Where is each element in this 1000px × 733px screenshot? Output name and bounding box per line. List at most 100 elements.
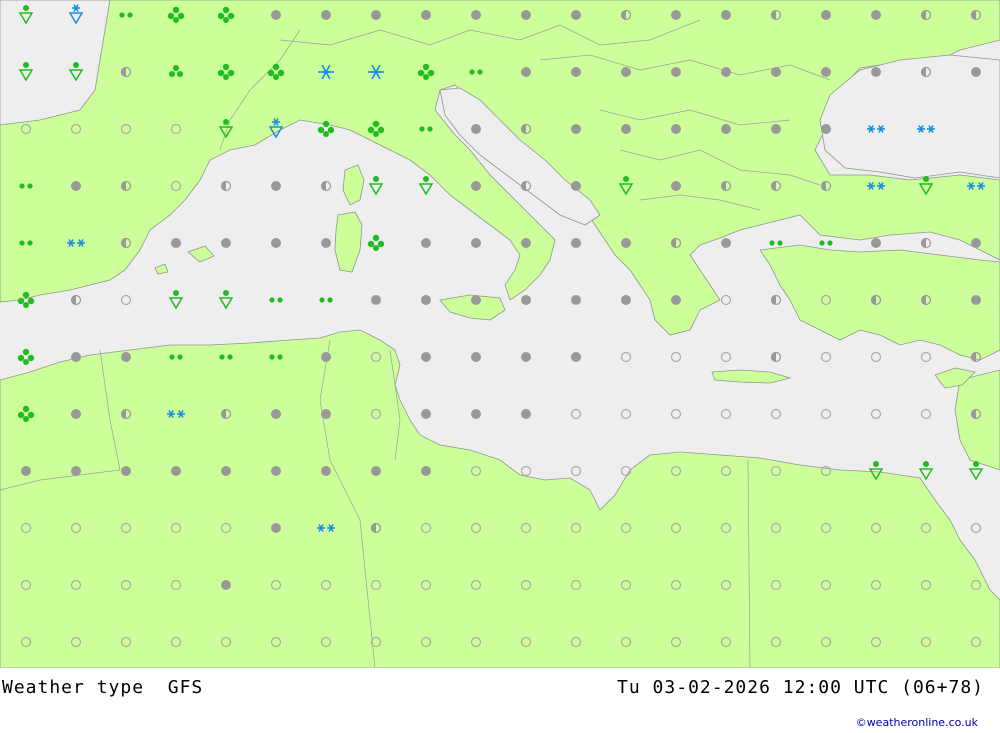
overcast-icon: [571, 124, 581, 134]
partly-cloudy-icon: [770, 294, 782, 306]
valid-time: Tu 03-02-2026 12:00 UTC (06+78): [617, 677, 984, 698]
overcast-icon: [271, 10, 281, 20]
clear-icon: [820, 351, 832, 363]
footer-title: Weather type GFS: [2, 677, 203, 698]
overcast-icon: [371, 295, 381, 305]
overcast-icon: [471, 352, 481, 362]
overcast-icon: [971, 238, 981, 248]
overcast-icon: [421, 409, 431, 419]
overcast-icon: [471, 295, 481, 305]
clear-icon: [120, 294, 132, 306]
overcast-icon: [471, 238, 481, 248]
overcast-icon: [271, 238, 281, 248]
rain-shower-icon: [368, 176, 384, 196]
overcast-icon: [21, 466, 31, 476]
map-title: Weather type: [2, 677, 145, 698]
overcast-icon: [771, 124, 781, 134]
sardinia: [334, 211, 363, 273]
overcast-icon: [671, 124, 681, 134]
overcast-icon: [421, 352, 431, 362]
overcast-icon: [71, 352, 81, 362]
overcast-icon: [821, 124, 831, 134]
credit-link[interactable]: ©weatheronline.co.uk: [856, 716, 978, 729]
overcast-icon: [421, 238, 431, 248]
overcast-icon: [321, 238, 331, 248]
clear-icon: [620, 408, 632, 420]
rain-shower-icon: [168, 290, 184, 310]
overcast-icon: [721, 10, 731, 20]
overcast-icon: [571, 295, 581, 305]
clear-icon: [920, 351, 932, 363]
overcast-icon: [621, 67, 631, 77]
overcast-icon: [621, 295, 631, 305]
partly-cloudy-icon: [770, 351, 782, 363]
clear-icon: [720, 408, 732, 420]
balearic-islands: [187, 245, 215, 263]
overcast-icon: [121, 466, 131, 476]
crete: [711, 369, 792, 384]
drizzle-icon: [769, 240, 783, 246]
overcast-icon: [521, 67, 531, 77]
overcast-icon: [321, 466, 331, 476]
map-canvas: [0, 0, 1000, 668]
overcast-icon: [371, 466, 381, 476]
clear-icon: [570, 465, 582, 477]
overcast-icon: [271, 409, 281, 419]
rain-shower-icon: [918, 461, 934, 481]
overcast-icon: [471, 10, 481, 20]
drizzle-icon: [269, 297, 283, 303]
overcast-icon: [121, 352, 131, 362]
clear-icon: [820, 408, 832, 420]
overcast-icon: [71, 466, 81, 476]
overcast-icon: [321, 352, 331, 362]
clear-icon: [620, 351, 632, 363]
overcast-icon: [521, 295, 531, 305]
overcast-icon: [771, 67, 781, 77]
overcast-icon: [171, 238, 181, 248]
africa-landmass: [0, 329, 1000, 668]
overcast-icon: [171, 466, 181, 476]
overcast-icon: [321, 409, 331, 419]
overcast-icon: [371, 10, 381, 20]
heavy-rain-icon: [17, 348, 35, 365]
overcast-icon: [521, 409, 531, 419]
overcast-icon: [71, 409, 81, 419]
corsica: [342, 164, 365, 206]
overcast-icon: [221, 580, 231, 590]
overcast-icon: [721, 67, 731, 77]
overcast-icon: [421, 10, 431, 20]
overcast-icon: [421, 466, 431, 476]
overcast-icon: [521, 10, 531, 20]
overcast-icon: [821, 67, 831, 77]
clear-icon: [770, 408, 782, 420]
clear-icon: [720, 351, 732, 363]
rain-shower-icon: [418, 176, 434, 196]
overcast-icon: [971, 67, 981, 77]
overcast-icon: [471, 409, 481, 419]
drizzle-icon: [319, 297, 333, 303]
overcast-icon: [271, 523, 281, 533]
overcast-icon: [471, 181, 481, 191]
clear-icon: [970, 522, 982, 534]
overcast-icon: [871, 67, 881, 77]
overcast-icon: [521, 352, 531, 362]
clear-icon: [670, 351, 682, 363]
overcast-icon: [221, 238, 231, 248]
overcast-icon: [471, 124, 481, 134]
clear-icon: [870, 408, 882, 420]
overcast-icon: [421, 295, 431, 305]
overcast-icon: [571, 181, 581, 191]
partly-cloudy-icon: [920, 237, 932, 249]
overcast-icon: [571, 10, 581, 20]
overcast-icon: [671, 181, 681, 191]
overcast-icon: [571, 352, 581, 362]
overcast-icon: [671, 67, 681, 77]
partly-cloudy-icon: [70, 294, 82, 306]
clear-icon: [570, 408, 582, 420]
drizzle-icon: [819, 240, 833, 246]
overcast-icon: [721, 124, 731, 134]
clear-icon: [720, 294, 732, 306]
clear-icon: [520, 465, 532, 477]
overcast-icon: [821, 10, 831, 20]
overcast-icon: [671, 295, 681, 305]
